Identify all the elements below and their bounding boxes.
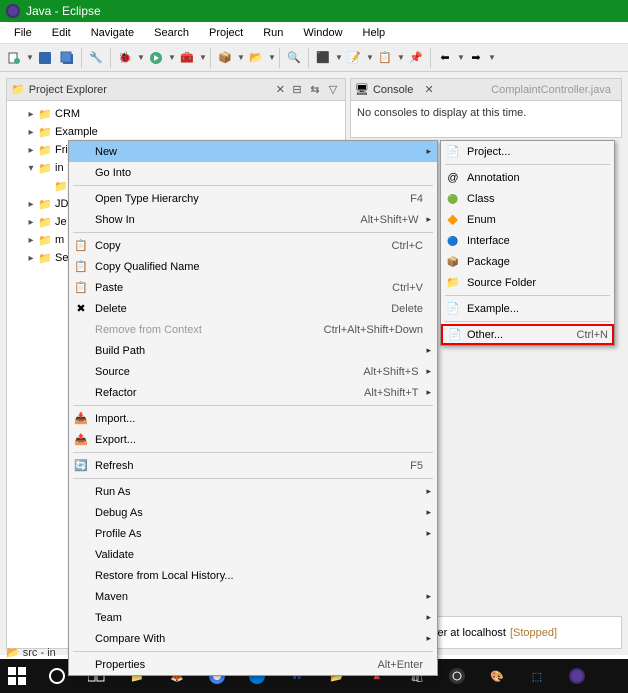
submenu-item-interface[interactable]: Interface xyxy=(441,230,614,251)
console-message: No consoles to display at this time. xyxy=(351,101,621,137)
menu-run[interactable]: Run xyxy=(253,25,293,41)
console-panel: 🖥 Console ✕ ComplaintController.java No … xyxy=(350,78,622,138)
menu-item-team[interactable]: Team▸ xyxy=(69,607,437,628)
status-icon: 📂 xyxy=(6,647,20,659)
tree-item[interactable]: ▸Example xyxy=(9,123,343,141)
pin-button[interactable]: 📌 xyxy=(406,48,426,68)
menu-item-open-type-hierarchy[interactable]: Open Type HierarchyF4 xyxy=(69,188,437,209)
menu-item-show-in[interactable]: Show InAlt+Shift+W▸ xyxy=(69,209,437,230)
submenu-item-source-folder[interactable]: Source Folder xyxy=(441,272,614,293)
explorer-title: Project Explorer xyxy=(25,84,272,96)
menu-item-paste[interactable]: 📋PasteCtrl+V xyxy=(69,277,437,298)
external-tools-button[interactable]: 🧰 xyxy=(177,48,197,68)
menu-item-run-as[interactable]: Run As▸ xyxy=(69,481,437,502)
toolbar: ▼ 🔧 🐞▼ ▼ 🧰▼ 📦▼ 📂▼ 🔍 ⬛▼ 📝▼ 📋▼ 📌 ⬅▼ ➡▼ xyxy=(0,44,628,72)
submenu-item-project-[interactable]: Project... xyxy=(441,141,614,162)
menu-item-compare-with[interactable]: Compare With▸ xyxy=(69,628,437,649)
menu-item-validate[interactable]: Validate xyxy=(69,544,437,565)
menu-item-delete[interactable]: ✖DeleteDelete xyxy=(69,298,437,319)
debug-button[interactable]: 🐞 xyxy=(115,48,135,68)
start-button[interactable] xyxy=(4,663,30,689)
task-button[interactable]: 📋 xyxy=(375,48,395,68)
menu-window[interactable]: Window xyxy=(293,25,352,41)
window-title: Java - Eclipse xyxy=(26,4,101,18)
paint-icon[interactable]: 🎨 xyxy=(484,663,510,689)
menubar: File Edit Navigate Search Project Run Wi… xyxy=(0,22,628,44)
back-button[interactable]: ⬅ xyxy=(435,48,455,68)
explorer-icon: 📁 xyxy=(11,83,25,96)
menu-item-build-path[interactable]: Build Path▸ xyxy=(69,340,437,361)
eclipse-icon xyxy=(6,4,20,18)
submenu-item-other-[interactable]: Other...Ctrl+N xyxy=(441,324,614,345)
tree-item[interactable]: ▸CRM xyxy=(9,105,343,123)
context-menu[interactable]: New▸Go Into Open Type HierarchyF4Show InA… xyxy=(68,140,438,676)
console-icon: 🖥 xyxy=(355,83,369,96)
menu-item-profile-as[interactable]: Profile As▸ xyxy=(69,523,437,544)
toggle-button[interactable]: ⬛ xyxy=(313,48,333,68)
menu-item-refactor[interactable]: RefactorAlt+Shift+T▸ xyxy=(69,382,437,403)
forward-button[interactable]: ➡ xyxy=(466,48,486,68)
submenu-item-example-[interactable]: Example... xyxy=(441,298,614,319)
menu-search[interactable]: Search xyxy=(144,25,199,41)
new-package-button[interactable]: 📂 xyxy=(246,48,266,68)
submenu-item-enum[interactable]: Enum xyxy=(441,209,614,230)
cortana-icon[interactable] xyxy=(44,663,70,689)
view-menu-icon[interactable]: ▽ xyxy=(325,83,341,96)
submenu-item-class[interactable]: Class xyxy=(441,188,614,209)
save-all-button[interactable] xyxy=(57,48,77,68)
console-tab[interactable]: Console xyxy=(369,84,420,96)
titlebar: Java - Eclipse xyxy=(0,0,628,22)
menu-navigate[interactable]: Navigate xyxy=(81,25,144,41)
menu-item-source[interactable]: SourceAlt+Shift+S▸ xyxy=(69,361,437,382)
new-server-button[interactable]: 📦 xyxy=(215,48,235,68)
menu-edit[interactable]: Edit xyxy=(42,25,81,41)
run-button[interactable] xyxy=(146,48,166,68)
menu-item-properties[interactable]: PropertiesAlt+Enter xyxy=(69,654,437,675)
save-button[interactable] xyxy=(35,48,55,68)
status-text: src - in xyxy=(23,647,56,659)
menu-item-remove-from-context[interactable]: Remove from ContextCtrl+Alt+Shift+Down xyxy=(69,319,437,340)
menu-help[interactable]: Help xyxy=(353,25,396,41)
obs-icon[interactable] xyxy=(444,663,470,689)
menu-project[interactable]: Project xyxy=(199,25,253,41)
status-bar: 📂 src - in xyxy=(6,646,56,659)
menu-item-restore-from-local-history-[interactable]: Restore from Local History... xyxy=(69,565,437,586)
submenu-item-annotation[interactable]: @Annotation xyxy=(441,167,614,188)
new-submenu[interactable]: Project... @AnnotationClassEnumInterfaceP… xyxy=(440,140,615,346)
menu-item-new[interactable]: New▸ xyxy=(69,141,437,162)
collapse-all-icon[interactable]: ⊟ xyxy=(289,83,305,96)
menu-item-copy[interactable]: 📋CopyCtrl+C xyxy=(69,235,437,256)
new-button[interactable] xyxy=(4,48,24,68)
menu-item-import-[interactable]: 📥Import... xyxy=(69,408,437,429)
menu-file[interactable]: File xyxy=(4,25,42,41)
search-button[interactable]: 🔍 xyxy=(284,48,304,68)
eclipse-taskbar-icon[interactable] xyxy=(564,663,590,689)
server-status: [Stopped] xyxy=(510,627,557,639)
menu-item-maven[interactable]: Maven▸ xyxy=(69,586,437,607)
menu-item-refresh[interactable]: 🔄RefreshF5 xyxy=(69,455,437,476)
inactive-tab[interactable]: ComplaintController.java xyxy=(485,84,617,96)
app-icon[interactable]: ⬚ xyxy=(524,663,550,689)
annotation-button[interactable]: 📝 xyxy=(344,48,364,68)
submenu-item-package[interactable]: Package xyxy=(441,251,614,272)
explorer-header: 📁 Project Explorer ✕ ⊟ ⇆ ▽ xyxy=(7,79,345,101)
explorer-close-icon[interactable]: ✕ xyxy=(272,83,289,96)
menu-item-export-[interactable]: 📤Export... xyxy=(69,429,437,450)
build-button[interactable]: 🔧 xyxy=(86,48,106,68)
menu-item-debug-as[interactable]: Debug As▸ xyxy=(69,502,437,523)
link-editor-icon[interactable]: ⇆ xyxy=(307,83,323,96)
console-close-icon[interactable]: ✕ xyxy=(420,83,437,96)
menu-item-copy-qualified-name[interactable]: 📋Copy Qualified Name xyxy=(69,256,437,277)
menu-item-go-into[interactable]: Go Into xyxy=(69,162,437,183)
